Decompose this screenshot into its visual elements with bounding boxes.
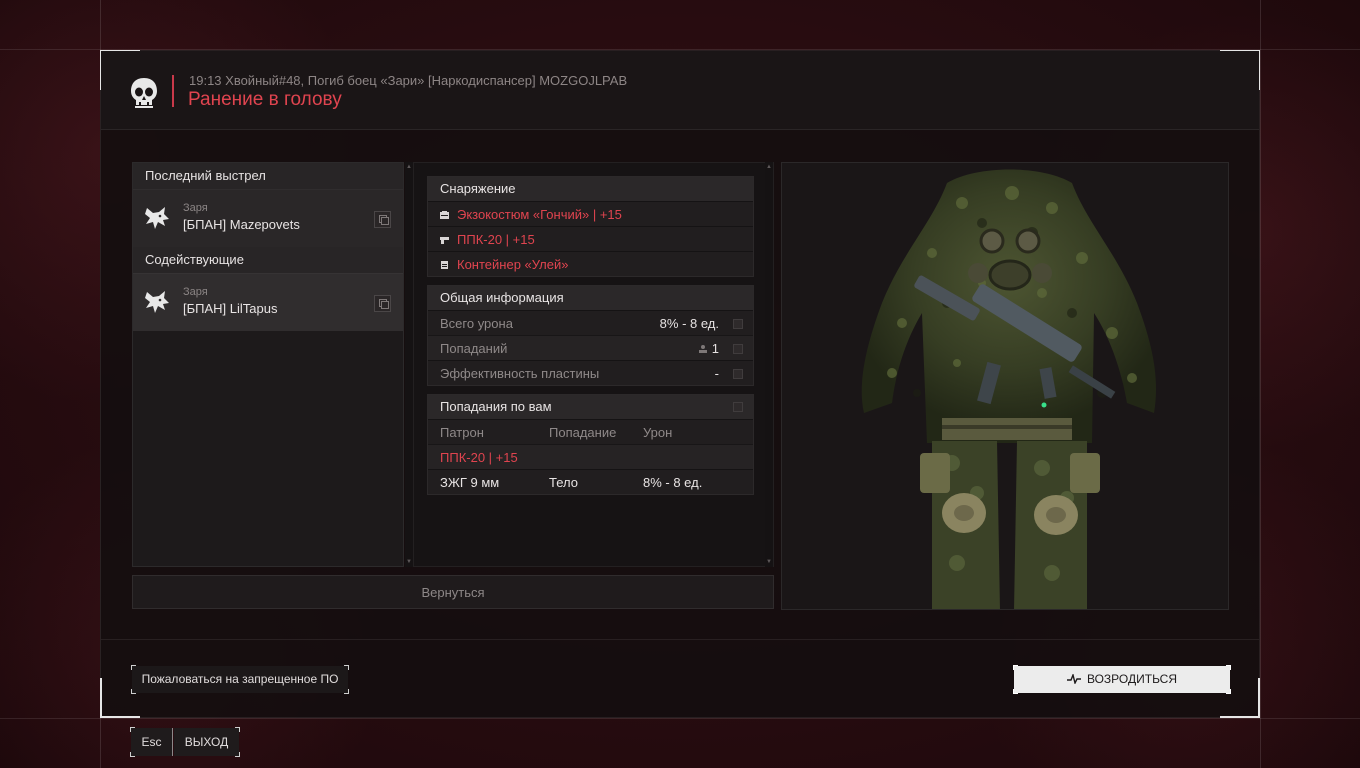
equipment-heading: Снаряжение	[428, 177, 753, 201]
info-row-hits: Попаданий 1	[428, 335, 753, 360]
respawn-label: ВОЗРОДИТЬСЯ	[1086, 672, 1178, 686]
scroll-up-arrow-icon[interactable]: ▲	[766, 164, 772, 170]
report-cheater-label: Пожаловаться на запрещенное ПО	[141, 672, 339, 686]
respawn-button[interactable]: ВОЗРОДИТЬСЯ	[1013, 665, 1231, 694]
assists-heading: Содействующие	[133, 247, 403, 273]
armor-icon	[440, 210, 449, 219]
killer-character-preview	[781, 162, 1229, 610]
info-toggle-icon[interactable]	[733, 344, 743, 354]
exit-control[interactable]: Esc ВЫХОД	[130, 727, 240, 757]
left-scrollbar[interactable]: ▲ ▼	[405, 162, 413, 567]
hits-on-you-block: Попадания по вам Патрон Попадание Урон П…	[427, 394, 754, 495]
hit-location: Тело	[549, 475, 578, 490]
killers-panel: Последний выстрел Заря [БПАН] Mazepovets…	[132, 162, 404, 567]
footer-divider	[101, 639, 1259, 640]
header-divider	[172, 75, 174, 107]
info-toggle-icon[interactable]	[733, 319, 743, 329]
hits-heading: Попадания по вам	[428, 395, 753, 419]
center-scrollbar[interactable]: ▲ ▼	[765, 162, 773, 567]
wolf-faction-icon	[145, 207, 169, 229]
equipment-item: Контейнер «Улей»	[428, 251, 753, 276]
equipment-item: ППК-20 | +15	[428, 226, 753, 251]
death-cause-title: Ранение в голову	[188, 89, 342, 110]
column-damage: Урон	[643, 425, 673, 440]
killer-name: [БПАН] Mazepovets	[183, 217, 300, 232]
wolf-faction-icon	[145, 291, 169, 313]
total-damage-value: 8% - 8 ед.	[659, 316, 719, 331]
copy-name-button[interactable]	[374, 211, 391, 228]
assist-faction: Заря	[183, 286, 208, 298]
scroll-down-arrow-icon[interactable]: ▼	[406, 559, 412, 565]
assist-name: [БПАН] LilTapus	[183, 301, 278, 316]
esc-key-hint[interactable]: Esc	[131, 728, 173, 756]
info-row-plate-efficiency: Эффективность пластины -	[428, 360, 753, 385]
assist-row[interactable]: Заря [БПАН] LilTapus	[133, 273, 403, 331]
guide-line	[0, 718, 1360, 719]
details-panel: Снаряжение Экзокостюм «Гончий» | +15 ППК…	[413, 162, 774, 567]
scroll-up-arrow-icon[interactable]: ▲	[406, 164, 412, 170]
heartbeat-icon	[1066, 673, 1081, 684]
kill-feed-line: 19:13 Хвойный#48, Погиб боец «Зари» [Нар…	[189, 73, 628, 88]
guide-line	[1260, 0, 1261, 768]
hit-ammo: ЗЖГ 9 мм	[440, 475, 500, 490]
person-icon	[698, 345, 707, 353]
equipment-item: Экзокостюм «Гончий» | +15	[428, 201, 753, 226]
column-hit: Попадание	[549, 425, 617, 440]
report-cheater-button[interactable]: Пожаловаться на запрещенное ПО	[131, 665, 349, 694]
hits-table-row: ЗЖГ 9 мм Тело 8% - 8 ед.	[428, 469, 753, 494]
last-shot-heading: Последний выстрел	[133, 163, 403, 189]
container-icon	[441, 260, 448, 269]
hits-column-headers: Патрон Попадание Урон	[428, 419, 753, 444]
death-screen-frame: 19:13 Хвойный#48, Погиб боец «Зари» [Нар…	[100, 50, 1260, 718]
plate-efficiency-value: -	[714, 366, 719, 381]
hits-toggle-icon[interactable]	[733, 402, 743, 412]
killer-faction: Заря	[183, 202, 208, 214]
info-toggle-icon[interactable]	[733, 369, 743, 379]
back-button[interactable]: Вернуться	[132, 575, 774, 609]
skull-icon	[131, 78, 157, 108]
pistol-icon	[440, 236, 449, 244]
column-ammo: Патрон	[440, 425, 484, 440]
death-header: 19:13 Хвойный#48, Погиб боец «Зари» [Нар…	[101, 51, 1259, 130]
exit-button[interactable]: ВЫХОД	[174, 728, 239, 756]
copy-name-button[interactable]	[374, 295, 391, 312]
hit-damage: 8% - 8 ед.	[643, 475, 703, 490]
info-row-total-damage: Всего урона 8% - 8 ед.	[428, 310, 753, 335]
general-info-heading: Общая информация	[428, 286, 753, 310]
scroll-down-arrow-icon[interactable]: ▼	[766, 559, 772, 565]
hits-count-value: 1	[711, 341, 719, 356]
equipment-block: Снаряжение Экзокостюм «Гончий» | +15 ППК…	[427, 176, 754, 277]
killer-row[interactable]: Заря [БПАН] Mazepovets	[133, 189, 403, 247]
general-info-block: Общая информация Всего урона 8% - 8 ед. …	[427, 285, 754, 386]
ghillie-soldier-image	[861, 169, 1157, 609]
hits-weapon-row: ППК-20 | +15	[428, 444, 753, 469]
